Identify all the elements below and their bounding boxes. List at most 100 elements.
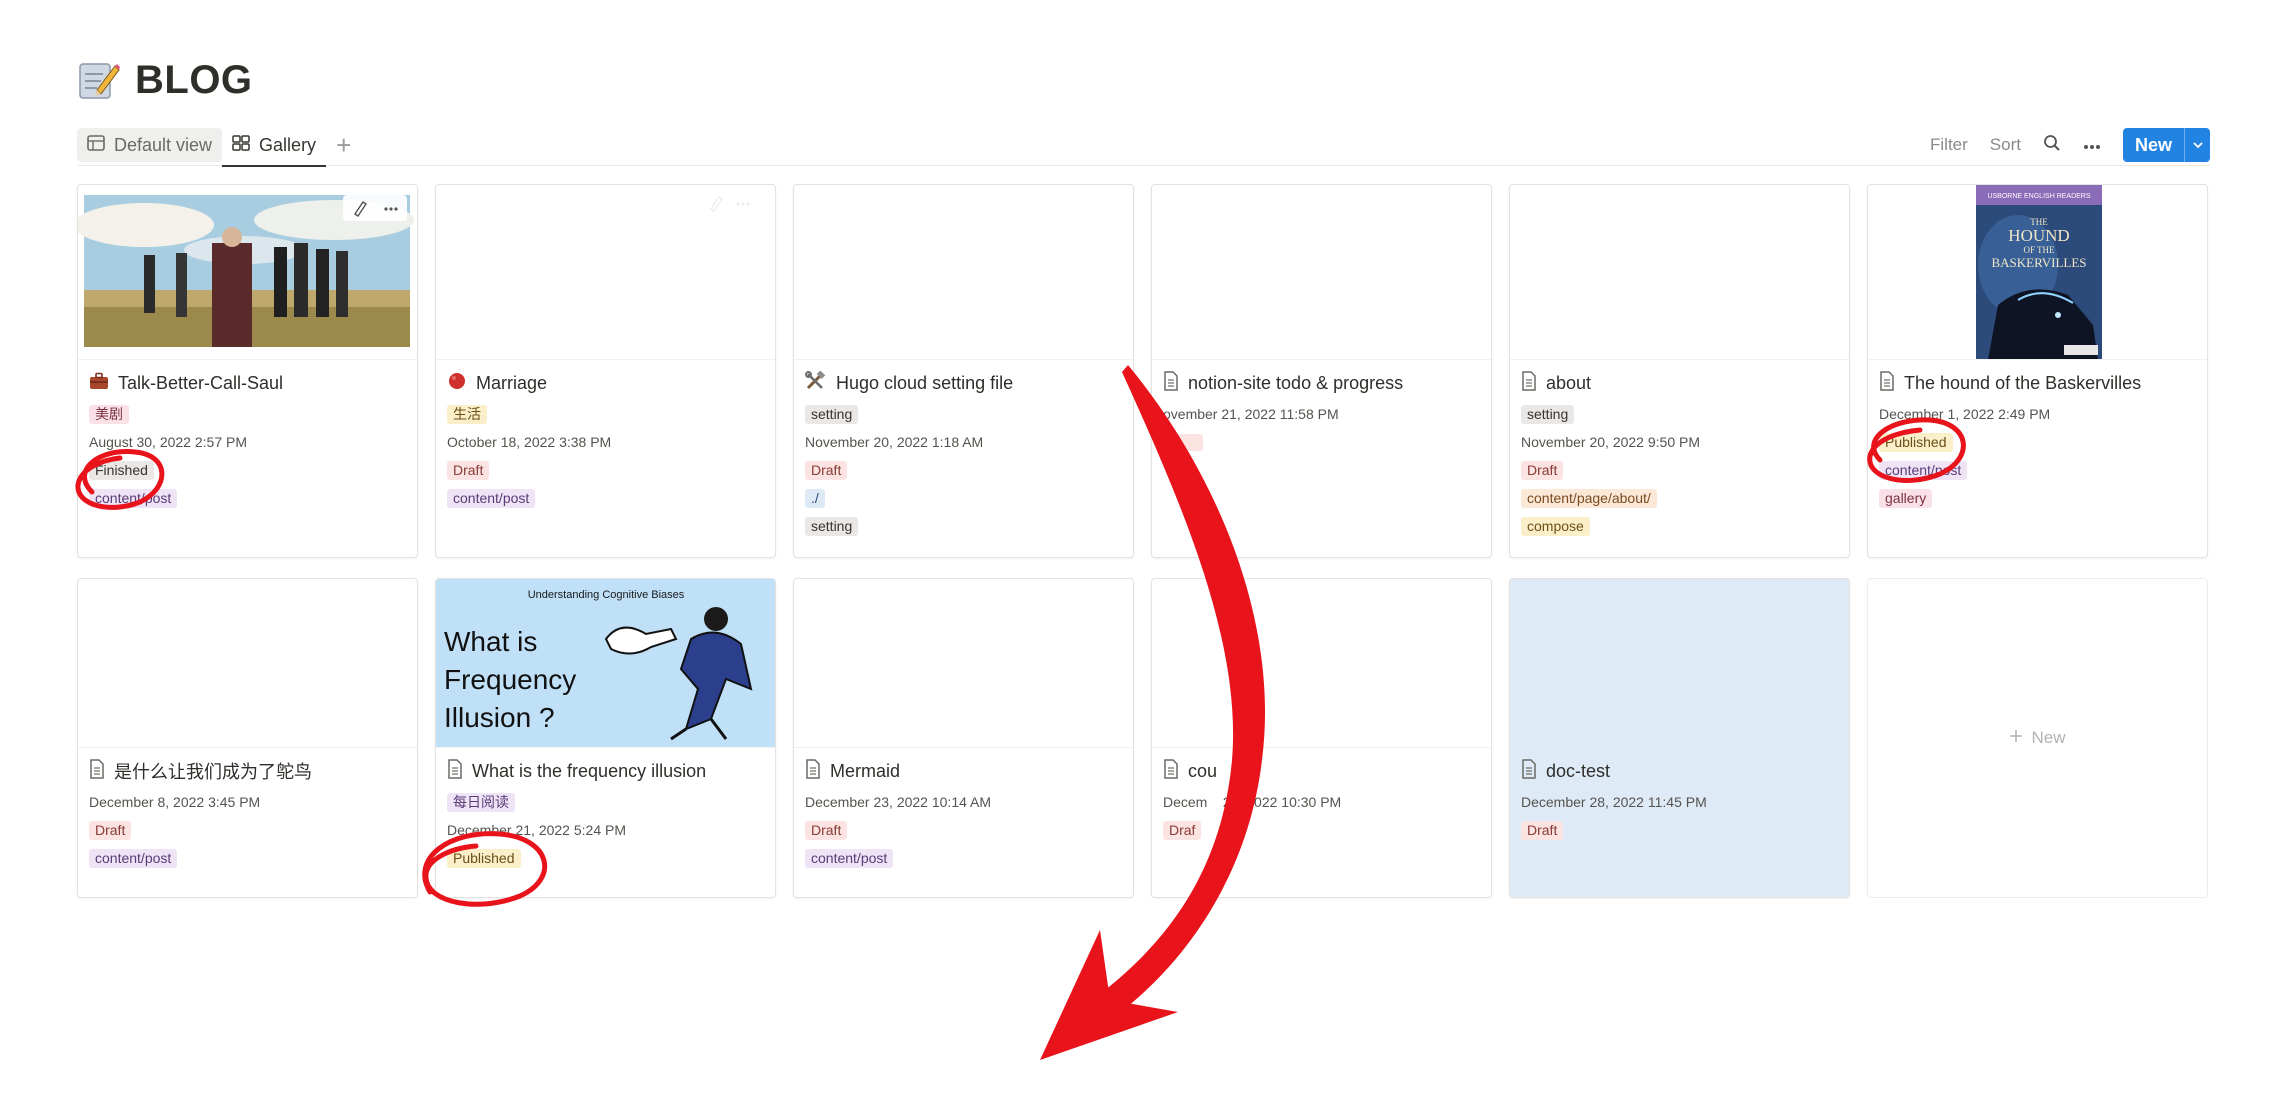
cover-heading: Understanding Cognitive Biases bbox=[528, 589, 685, 601]
card-cover-empty bbox=[436, 185, 775, 360]
chevron-down-icon[interactable] bbox=[2184, 128, 2210, 162]
status-badge: Draft bbox=[1521, 820, 1564, 840]
view-tabs: Default view Gallery + bbox=[77, 124, 351, 167]
card-cover-image: USBORNE ENGLISH READERS THE HOUND OF THE… bbox=[1868, 185, 2207, 360]
document-icon bbox=[1163, 758, 1179, 784]
tab-default-view[interactable]: Default view bbox=[77, 128, 223, 162]
card-date: October 18, 2022 3:38 PM bbox=[447, 434, 612, 450]
gallery-card[interactable]: cou Decem 28, 2022 10:30 PM Draf bbox=[1151, 578, 1492, 898]
gallery-card[interactable]: about setting November 20, 2022 9:50 PM … bbox=[1509, 184, 1850, 558]
document-icon bbox=[1521, 370, 1537, 396]
card-date: December 1, 2022 2:49 PM bbox=[1879, 406, 2051, 422]
extra-tag: setting bbox=[805, 516, 859, 536]
card-cover-empty bbox=[794, 185, 1133, 360]
card-title: cou bbox=[1188, 760, 1218, 781]
cover-text-line: Frequency bbox=[444, 664, 576, 695]
red-circle-icon bbox=[447, 371, 467, 396]
status-badge: Draft bbox=[805, 820, 848, 840]
new-card-button[interactable]: New bbox=[1867, 578, 2208, 898]
path-tag: content/post bbox=[447, 488, 536, 508]
document-icon bbox=[1521, 758, 1537, 784]
card-date: December 8, 2022 3:45 PM bbox=[89, 794, 261, 810]
status-badge: Draft bbox=[89, 820, 132, 840]
card-title: The hound of the Baskervilles bbox=[1904, 372, 2142, 393]
status-badge: Finished bbox=[89, 460, 154, 480]
more-icon[interactable] bbox=[2083, 135, 2101, 155]
card-title: Marriage bbox=[476, 372, 548, 393]
card-date: November 20, 2022 1:18 AM bbox=[805, 434, 984, 450]
card-date: December 21, 2022 5:24 PM bbox=[447, 822, 626, 838]
briefcase-icon bbox=[89, 372, 109, 395]
card-cover-empty bbox=[794, 579, 1133, 748]
gallery-card[interactable]: Hugo cloud setting file setting November… bbox=[793, 184, 1134, 558]
book-title-line: HOUND bbox=[2008, 226, 2069, 245]
card-cover-empty bbox=[78, 579, 417, 748]
card-cover-empty bbox=[1510, 185, 1849, 360]
gallery-card[interactable]: doc-test December 28, 2022 11:45 PM Draf… bbox=[1509, 578, 1850, 898]
document-icon bbox=[447, 758, 463, 784]
extra-tag: compose bbox=[1521, 516, 1590, 536]
card-date: December 23, 2022 10:14 AM bbox=[805, 794, 992, 810]
category-tag: 每日阅读 bbox=[447, 792, 515, 812]
filter-button[interactable]: Filter bbox=[1930, 135, 1968, 155]
category-tag: 美剧 bbox=[89, 404, 129, 424]
document-icon bbox=[1163, 370, 1179, 396]
card-date: August 30, 2022 2:57 PM bbox=[89, 434, 247, 450]
view-toolbar: Default view Gallery + Filter Sort New bbox=[77, 124, 2210, 167]
new-card-label: New bbox=[2031, 728, 2066, 747]
path-tag: ./ bbox=[805, 488, 825, 508]
category-tag: 生活 bbox=[447, 404, 487, 424]
status-badge: Published bbox=[1879, 432, 1953, 452]
page-header: BLOG bbox=[77, 58, 253, 103]
category-tag: setting bbox=[805, 404, 859, 424]
status-badge: Published bbox=[447, 848, 521, 868]
card-date: November 20, 2022 9:50 PM bbox=[1521, 434, 1700, 450]
card-title: Mermaid bbox=[830, 760, 901, 781]
card-cover-empty bbox=[1152, 579, 1491, 748]
status-badge: Draft bbox=[447, 460, 490, 480]
cover-text-line: Illusion ? bbox=[444, 702, 555, 733]
gallery-card[interactable]: USBORNE ENGLISH READERS THE HOUND OF THE… bbox=[1867, 184, 2208, 558]
cover-text-line: What is bbox=[444, 626, 537, 657]
book-series-text: USBORNE ENGLISH READERS bbox=[1987, 193, 2090, 200]
tools-icon bbox=[805, 369, 827, 396]
path-tag: content/post bbox=[805, 848, 894, 868]
annotation-arrowhead bbox=[1040, 930, 1178, 1060]
path-tag: content/page/about/ bbox=[1521, 488, 1657, 508]
sort-button[interactable]: Sort bbox=[1990, 135, 2021, 155]
card-title: What is the frequency illusion bbox=[472, 760, 707, 781]
card-cover-image bbox=[78, 185, 417, 360]
status-badge: Draft bbox=[805, 460, 848, 480]
path-tag: content/post bbox=[89, 848, 178, 868]
page-title: BLOG bbox=[135, 58, 253, 102]
card-title: Talk-Better-Call-Saul bbox=[118, 372, 284, 393]
card-cover-image: Understanding Cognitive Biases What is F… bbox=[436, 579, 775, 748]
add-view-button[interactable]: + bbox=[336, 132, 351, 158]
gallery-card[interactable]: Mermaid December 23, 2022 10:14 AM Draft… bbox=[793, 578, 1134, 898]
document-icon bbox=[805, 758, 821, 784]
gallery-grid: Talk-Better-Call-Saul 美剧 August 30, 2022… bbox=[77, 184, 2208, 898]
path-tag: content/post bbox=[1879, 460, 1968, 480]
card-date: December 28, 2022 11:45 PM bbox=[1521, 794, 1707, 810]
view-actions: Filter Sort New bbox=[1930, 128, 2210, 162]
path-tag: content/post bbox=[89, 488, 178, 508]
gallery-card[interactable]: 是什么让我们成为了鸵鸟 December 8, 2022 3:45 PM Dra… bbox=[77, 578, 418, 898]
tab-gallery[interactable]: Gallery bbox=[222, 124, 327, 167]
card-date: ovember 21, 2022 11:58 PM bbox=[1163, 406, 1339, 422]
gallery-grid-icon bbox=[232, 134, 250, 156]
gallery-card[interactable]: Talk-Better-Call-Saul 美剧 August 30, 2022… bbox=[77, 184, 418, 558]
search-icon[interactable] bbox=[2043, 134, 2061, 157]
new-button[interactable]: New bbox=[2122, 128, 2210, 162]
status-badge: Draft bbox=[1521, 460, 1564, 480]
memo-pencil-icon[interactable] bbox=[77, 60, 121, 102]
category-tag: setting bbox=[1521, 404, 1575, 424]
card-date: Decem 28, 2022 10:30 PM bbox=[1163, 794, 1342, 810]
book-title-line: BASKERVILLES bbox=[1991, 255, 2086, 270]
card-title: about bbox=[1546, 372, 1592, 393]
card-title: notion-site todo & progress bbox=[1188, 372, 1404, 393]
gallery-card[interactable]: notion-site todo & progress ovember 21, … bbox=[1151, 184, 1492, 558]
gallery-card[interactable]: Understanding Cognitive Biases What is F… bbox=[435, 578, 776, 898]
gallery-card[interactable]: Marriage 生活 October 18, 2022 3:38 PM Dra… bbox=[435, 184, 776, 558]
tab-label: Default view bbox=[114, 134, 213, 155]
status-badge bbox=[1163, 433, 1203, 451]
